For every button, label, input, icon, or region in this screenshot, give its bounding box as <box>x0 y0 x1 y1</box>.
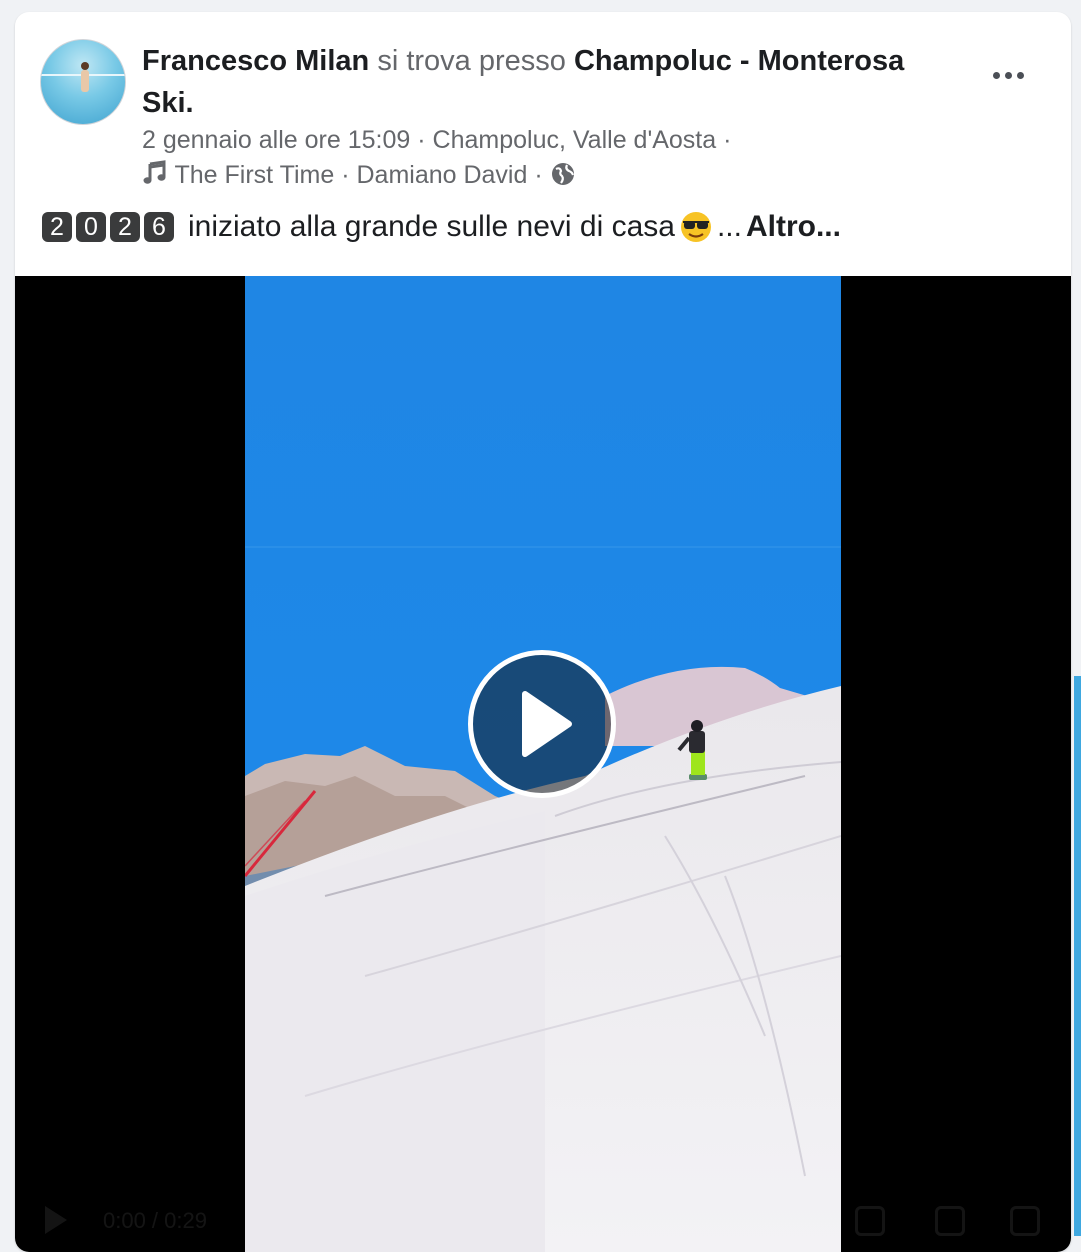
meta-separator: · <box>417 126 426 154</box>
more-options-icon <box>992 71 1000 79</box>
caption-ellipsis: ... <box>716 210 742 243</box>
see-more-link[interactable]: Altro... <box>746 210 841 244</box>
meta-separator: · <box>341 161 350 189</box>
music-note-icon <box>142 160 168 186</box>
video-player[interactable]: 0:00 / 0:29 <box>15 276 1071 1252</box>
caption-text: iniziato alla grande sulle nevi di casa <box>188 210 675 243</box>
sunglasses-emoji-icon <box>679 210 713 244</box>
play-button[interactable] <box>468 650 616 798</box>
post-header: Francesco Milan si trova presso Champolu… <box>142 40 962 124</box>
video-controls: 0:00 / 0:29 <box>15 1192 1071 1252</box>
post-location[interactable]: Champoluc, Valle d'Aosta <box>433 126 717 154</box>
post-caption: 2 0 2 6 iniziato alla grande sulle nevi … <box>42 210 841 244</box>
post-music: The First Time · Damiano David · <box>142 160 576 190</box>
song-artist[interactable]: Damiano David <box>356 161 527 189</box>
fullscreen-icon[interactable] <box>935 1206 965 1236</box>
post-meta: 2 gennaio alle ore 15:09 · Champoluc, Va… <box>142 126 731 155</box>
author-name[interactable]: Francesco Milan <box>142 45 369 77</box>
settings-icon[interactable] <box>855 1206 885 1236</box>
post-date[interactable]: 2 gennaio alle ore 15:09 <box>142 126 410 154</box>
video-time: 0:00 / 0:29 <box>103 1208 207 1233</box>
globe-icon[interactable] <box>550 161 576 187</box>
adjacent-content-edge <box>1074 676 1081 1236</box>
meta-separator: · <box>534 161 543 189</box>
keycap-digit: 6 <box>144 212 174 242</box>
more-options-button[interactable] <box>978 52 1038 98</box>
play-icon <box>522 691 572 757</box>
control-play-icon[interactable] <box>45 1206 67 1234</box>
post-card: Francesco Milan si trova presso Champolu… <box>15 12 1071 1252</box>
author-avatar[interactable] <box>40 39 126 125</box>
keycap-digit: 2 <box>42 212 72 242</box>
checkin-text: si trova presso <box>377 45 566 77</box>
meta-separator: · <box>723 126 732 154</box>
keycap-digit: 0 <box>76 212 106 242</box>
song-title[interactable]: The First Time <box>175 161 335 189</box>
keycap-digit: 2 <box>110 212 140 242</box>
volume-icon[interactable] <box>1010 1206 1040 1236</box>
